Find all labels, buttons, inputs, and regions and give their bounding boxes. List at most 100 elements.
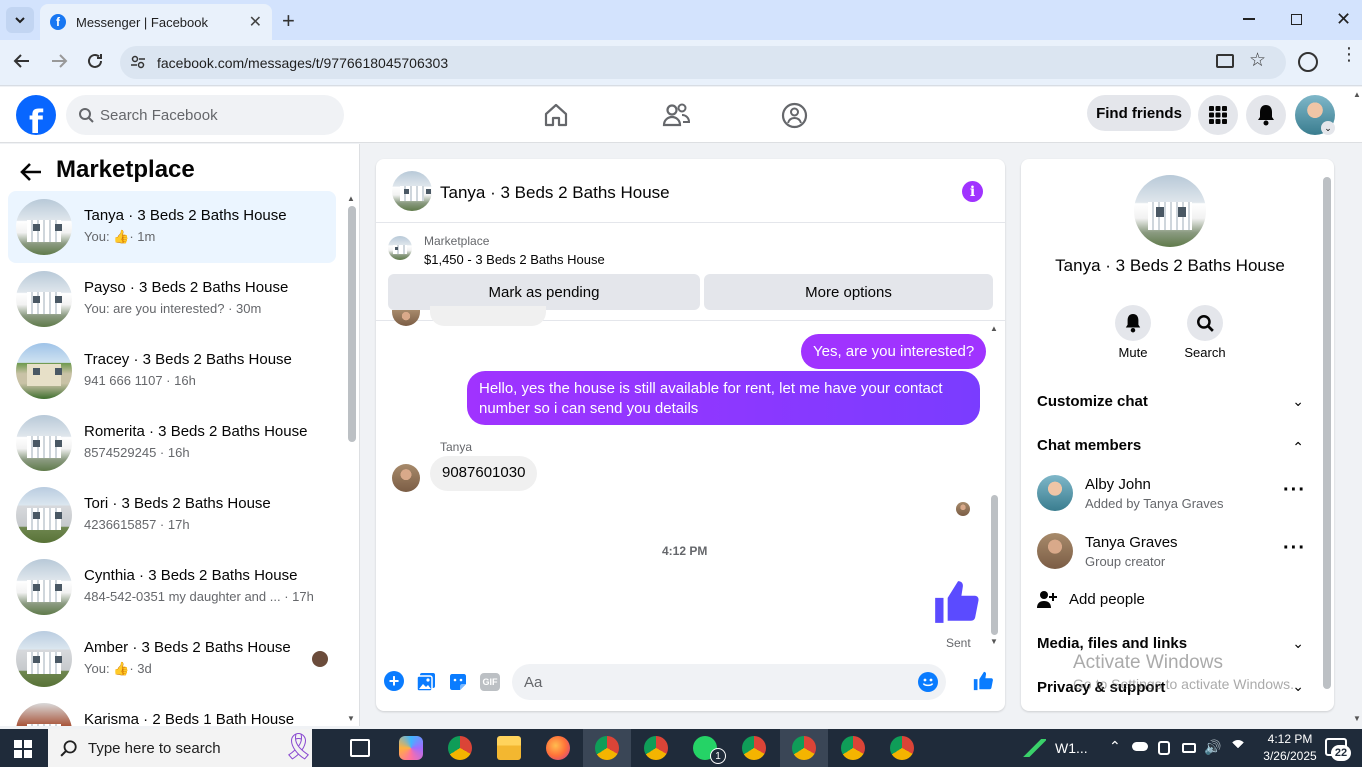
search-in-conversation-button[interactable] (1187, 305, 1223, 341)
bookmark-star-icon[interactable]: ☆ (1249, 49, 1266, 72)
conversation-info-button[interactable]: i (962, 181, 983, 202)
attach-image-button[interactable] (416, 672, 436, 697)
conversation-item[interactable]: Tori · 3 Beds 2 Baths House 4236615857 ·… (8, 479, 336, 551)
taskbar-search-input[interactable]: Type here to search 🎗 (48, 729, 315, 767)
listing-price[interactable]: $1,450 - 3 Beds 2 Baths House (424, 252, 605, 267)
chrome-profile-icon[interactable] (742, 736, 766, 760)
conversation-item[interactable]: Cynthia · 3 Beds 2 Baths House 484-542-0… (8, 551, 336, 623)
file-explorer-icon[interactable] (497, 736, 521, 760)
scroll-down-arrow-icon[interactable]: ▼ (990, 637, 998, 646)
scroll-up-arrow-icon[interactable]: ▲ (990, 324, 998, 333)
listing-thumbnail[interactable] (388, 236, 412, 260)
chat-avatar[interactable] (392, 171, 432, 211)
conversation-item[interactable]: Tracey · 3 Beds 2 Baths House 941 666 11… (8, 335, 336, 407)
restore-window-button[interactable] (1291, 14, 1302, 25)
chrome-profile-icon[interactable] (792, 736, 816, 760)
browser-menu-icon[interactable]: ⋮ (1340, 45, 1358, 63)
back-to-marketplace-button[interactable] (20, 162, 42, 187)
tab-search-dropdown-button[interactable] (6, 7, 34, 33)
add-people-button[interactable]: Add people (1069, 591, 1145, 608)
chevron-up-icon[interactable]: ⌃ (1292, 439, 1304, 456)
message-scrollbar[interactable] (991, 495, 998, 635)
conversation-item[interactable]: Tanya · 3 Beds 2 Baths House You: 👍· 1m (8, 191, 336, 263)
chevron-down-icon[interactable]: ⌄ (1292, 393, 1304, 410)
scroll-up-arrow-icon[interactable]: ▲ (347, 194, 355, 203)
member-avatar[interactable] (1037, 533, 1073, 569)
nav-groups-button[interactable] (781, 102, 808, 134)
battery-icon[interactable] (1182, 743, 1196, 753)
customize-chat-section[interactable]: Customize chat (1037, 393, 1148, 410)
group-avatar[interactable] (1134, 175, 1206, 247)
meet-now-icon[interactable] (1158, 741, 1170, 755)
nav-friends-button[interactable] (662, 102, 691, 133)
conversation-item[interactable]: Romerita · 3 Beds 2 Baths House 85745292… (8, 407, 336, 479)
chevron-down-icon[interactable]: ⌄ (1292, 635, 1304, 652)
chrome-profile-icon[interactable] (841, 736, 865, 760)
mute-button[interactable] (1115, 305, 1151, 341)
wifi-icon[interactable] (1230, 740, 1246, 756)
sticker-button[interactable] (448, 672, 468, 697)
volume-icon[interactable]: 🔊 (1204, 739, 1221, 756)
install-app-icon[interactable] (1216, 54, 1234, 68)
menu-button[interactable] (1198, 95, 1238, 135)
chrome-profile-icon[interactable] (644, 736, 668, 760)
tray-overflow-icon[interactable]: ⌃ (1109, 738, 1121, 755)
sender-avatar[interactable] (392, 464, 420, 492)
firefox-icon[interactable] (546, 736, 570, 760)
member-options-button[interactable]: ··· (1283, 537, 1306, 560)
url-bar[interactable]: facebook.com/messages/t/9776618045706303 (120, 46, 1286, 79)
profile-icon[interactable] (1298, 52, 1318, 72)
site-info-icon[interactable] (130, 54, 146, 70)
taskbar-date[interactable]: 3/26/2025 (1258, 749, 1322, 763)
forward-button[interactable] (50, 52, 68, 75)
emoji-button[interactable] (918, 672, 938, 692)
page-scroll-up-icon[interactable]: ▲ (1353, 90, 1361, 99)
new-tab-button[interactable]: + (282, 8, 295, 34)
chrome-profile-icon[interactable] (595, 736, 619, 760)
conversation-item[interactable]: Karisma · 2 Beds 1 Bath House (8, 695, 336, 726)
mark-as-pending-button[interactable]: Mark as pending (388, 274, 700, 310)
reload-button[interactable] (86, 52, 104, 75)
outgoing-message[interactable]: Hello, yes the house is still available … (467, 371, 980, 425)
task-view-button[interactable] (350, 739, 370, 757)
close-window-button[interactable]: ✕ (1336, 9, 1351, 30)
facebook-logo-icon[interactable]: f (16, 95, 56, 135)
notifications-button[interactable] (1246, 95, 1286, 135)
find-friends-button[interactable]: Find friends (1087, 95, 1191, 131)
more-actions-button[interactable]: + (384, 671, 404, 691)
sent-like-icon[interactable] (931, 577, 981, 632)
weather-widget[interactable]: W1... (1055, 740, 1088, 756)
close-tab-icon[interactable]: ✕ (249, 12, 262, 32)
conversation-item[interactable]: Amber · 3 Beds 2 Baths House You: 👍· 3d (8, 623, 336, 695)
chrome-icon[interactable] (448, 736, 472, 760)
facebook-search-input[interactable]: Search Facebook (66, 95, 344, 135)
chevron-down-icon[interactable]: ⌄ (1292, 678, 1304, 695)
onedrive-icon[interactable] (1132, 742, 1148, 751)
gif-button[interactable]: GIF (480, 673, 500, 691)
media-files-links-section[interactable]: Media, files and links (1037, 635, 1187, 652)
back-button[interactable] (13, 52, 31, 75)
outgoing-message[interactable]: Yes, are you interested? (801, 334, 987, 369)
copilot-icon[interactable] (399, 736, 423, 760)
conversation-list-scrollbar[interactable] (348, 206, 356, 442)
browser-tab-messenger[interactable]: f Messenger | Facebook ✕ (40, 4, 272, 40)
member-name[interactable]: Alby John (1085, 476, 1151, 493)
stock-widget-icon[interactable] (1022, 739, 1046, 757)
message-input[interactable]: Aa (512, 664, 946, 700)
start-button[interactable] (14, 740, 32, 763)
member-name[interactable]: Tanya Graves (1085, 534, 1178, 551)
chrome-profile-icon[interactable] (890, 736, 914, 760)
page-scroll-down-icon[interactable]: ▼ (1353, 714, 1361, 723)
incoming-message[interactable]: 9087601030 (430, 456, 538, 491)
send-like-button[interactable] (972, 670, 994, 697)
minimize-window-button[interactable] (1243, 18, 1255, 20)
chat-members-section[interactable]: Chat members (1037, 437, 1141, 454)
conversation-item[interactable]: Payso · 3 Beds 2 Baths House You: are yo… (8, 263, 336, 335)
member-options-button[interactable]: ··· (1283, 479, 1306, 502)
member-avatar[interactable] (1037, 475, 1073, 511)
taskbar-time[interactable]: 4:12 PM (1258, 732, 1322, 746)
more-options-button[interactable]: More options (704, 274, 993, 310)
nav-home-button[interactable] (543, 102, 569, 133)
scroll-down-arrow-icon[interactable]: ▼ (347, 714, 355, 723)
details-scrollbar[interactable] (1323, 177, 1331, 689)
